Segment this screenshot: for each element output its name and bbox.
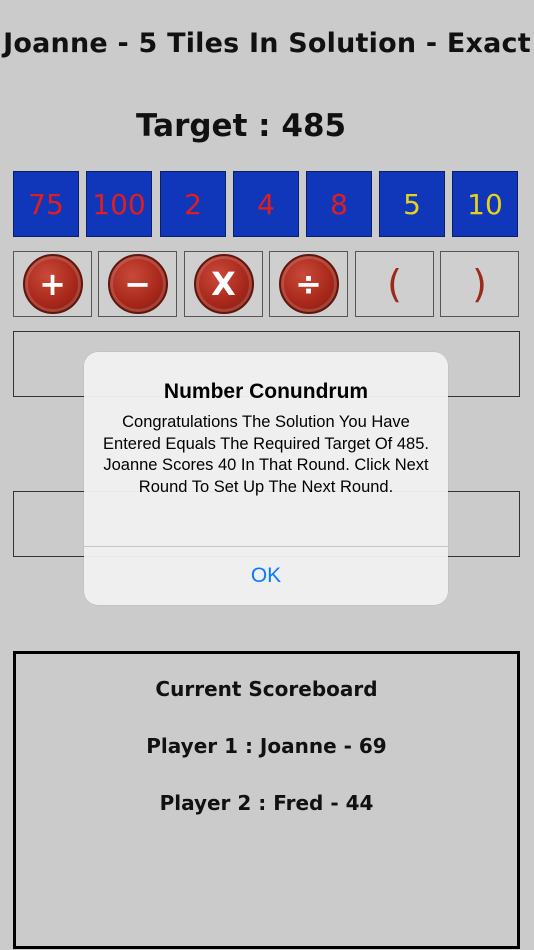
alert-dialog: Number Conundrum Congratulations The Sol…: [84, 352, 448, 605]
alert-title: Number Conundrum: [163, 380, 369, 403]
alert-message: Congratulations The Solution You Have En…: [103, 413, 429, 496]
ok-button[interactable]: OK: [84, 547, 448, 605]
